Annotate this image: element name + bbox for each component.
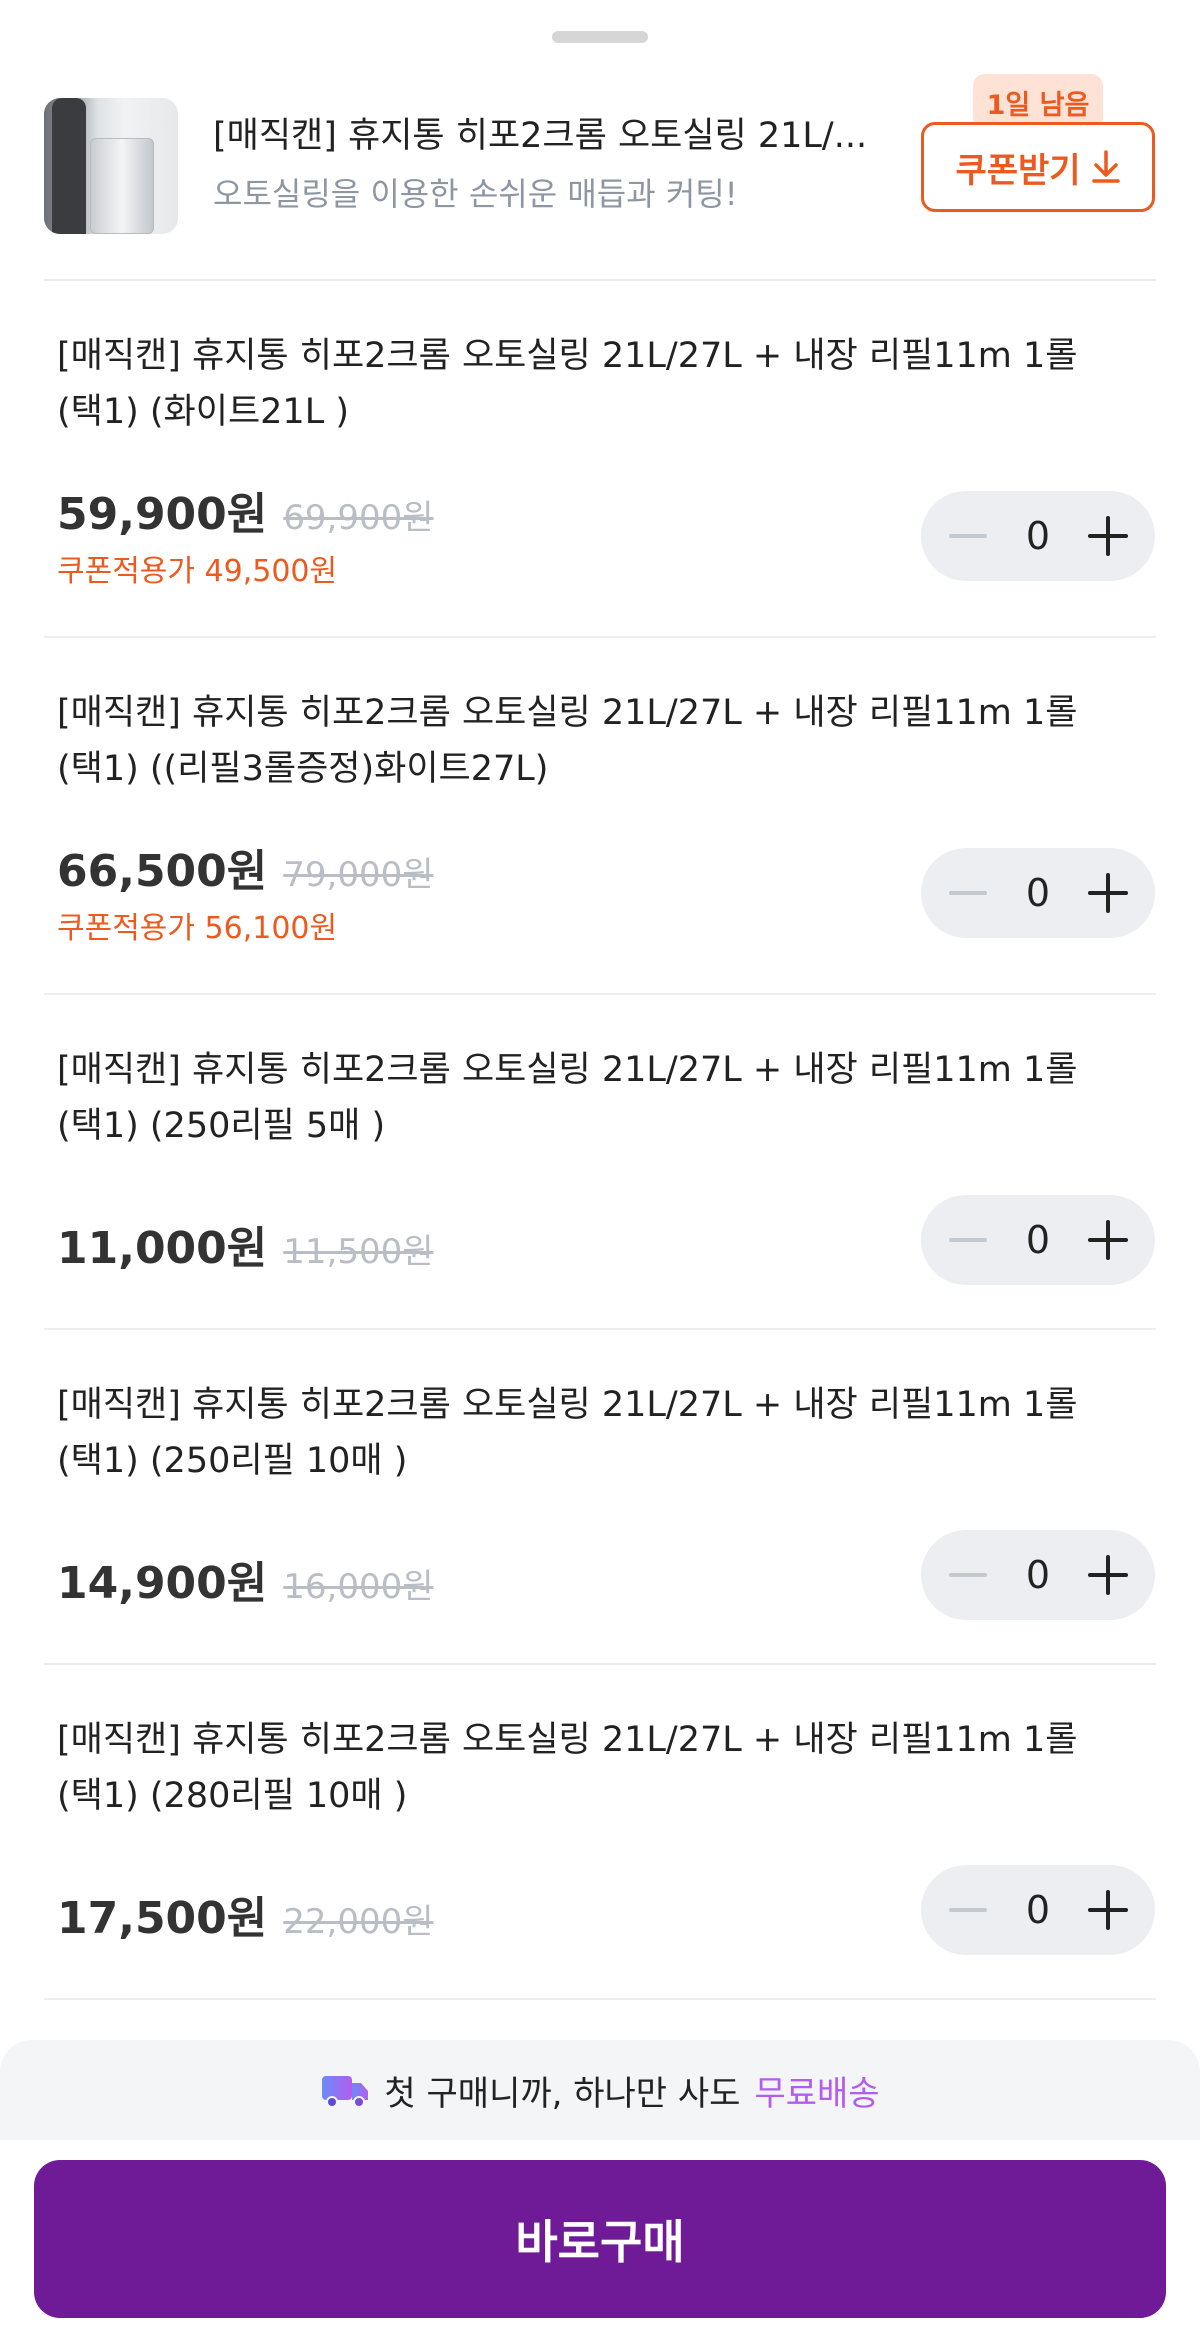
product-thumbnail [44, 98, 178, 234]
divider [44, 993, 1156, 995]
decrease-button[interactable] [943, 868, 993, 918]
increase-button[interactable] [1083, 1885, 1133, 1935]
product-header: [매직캔] 휴지통 히포2크롬 오토실링 21L/... 오토실링을 이용한 손… [0, 0, 1200, 280]
plus-icon [1088, 873, 1128, 913]
minus-icon [949, 1908, 987, 1912]
decrease-button[interactable] [943, 511, 993, 561]
option-name: [매직캔] 휴지통 히포2크롬 오토실링 21L/27L + 내장 리필11m … [57, 693, 1078, 789]
divider [44, 1663, 1156, 1665]
quantity-value: 0 [1025, 1553, 1051, 1597]
original-price: 22,000원 [283, 1902, 434, 1942]
coupon-download-label: 쿠폰받기 [955, 150, 1081, 191]
divider [44, 636, 1156, 638]
minus-icon [949, 891, 987, 895]
minus-icon [949, 1238, 987, 1242]
quantity-stepper: 0 [921, 1865, 1155, 1955]
quantity-stepper: 0 [921, 1530, 1155, 1620]
download-icon [1091, 150, 1120, 183]
quantity-value: 0 [1025, 1218, 1051, 1262]
option-name: [매직캔] 휴지통 히포2크롬 오토실링 21L/27L + 내장 리필11m … [57, 1385, 1078, 1481]
quantity-value: 0 [1025, 871, 1051, 915]
plus-icon [1088, 1220, 1128, 1260]
sale-price: 17,500원 [57, 1893, 268, 1944]
price-row: 59,900원 69,900원 [57, 478, 434, 542]
sale-price: 14,900원 [57, 1558, 268, 1609]
option-name: [매직캔] 휴지통 히포2크롬 오토실링 21L/27L + 내장 리필11m … [57, 336, 1078, 432]
sale-price: 59,900원 [57, 489, 268, 540]
coupon-applied-price: 쿠폰적용가 49,500원 [57, 554, 338, 589]
decrease-button[interactable] [943, 1215, 993, 1265]
plus-icon [1088, 1555, 1128, 1595]
free-shipping-banner: 첫 구매니까, 하나만 사도 무료배송 [0, 2040, 1200, 2140]
original-price: 16,000원 [283, 1567, 434, 1607]
buy-now-button[interactable]: 바로구매 [34, 2160, 1166, 2318]
sale-price: 66,500원 [57, 846, 268, 897]
divider [44, 1328, 1156, 1330]
original-price: 69,900원 [283, 498, 434, 538]
option-name: [매직캔] 휴지통 히포2크롬 오토실링 21L/27L + 내장 리필11m … [57, 1720, 1078, 1816]
quantity-stepper: 0 [921, 1195, 1155, 1285]
free-shipping-label: 무료배송 [754, 2073, 880, 2114]
quantity-value: 0 [1025, 514, 1051, 558]
coupon-download-button[interactable]: 쿠폰받기 [921, 122, 1155, 212]
truck-icon [322, 2076, 369, 2108]
decrease-button[interactable] [943, 1885, 993, 1935]
increase-button[interactable] [1083, 1215, 1133, 1265]
quantity-value: 0 [1025, 1888, 1051, 1932]
product-subtitle: 오토실링을 이용한 손쉬운 매듭과 커팅! [213, 175, 738, 213]
minus-icon [949, 1573, 987, 1577]
plus-icon [1088, 1890, 1128, 1930]
original-price: 79,000원 [283, 855, 434, 895]
coupon-applied-price: 쿠폰적용가 56,100원 [57, 911, 338, 946]
divider [44, 279, 1156, 281]
product-title: [매직캔] 휴지통 히포2크롬 오토실링 21L/... [213, 116, 868, 156]
minus-icon [949, 534, 987, 538]
decrease-button[interactable] [943, 1550, 993, 1600]
price-row: 11,000원 11,500원 [57, 1212, 434, 1276]
original-price: 11,500원 [283, 1232, 434, 1272]
plus-icon [1088, 516, 1128, 556]
sale-price: 11,000원 [57, 1223, 268, 1274]
promo-text: 첫 구매니까, 하나만 사도 [384, 2073, 741, 2114]
increase-button[interactable] [1083, 868, 1133, 918]
increase-button[interactable] [1083, 1550, 1133, 1600]
quantity-stepper: 0 [921, 848, 1155, 938]
price-row: 66,500원 79,000원 [57, 835, 434, 899]
increase-button[interactable] [1083, 511, 1133, 561]
price-row: 14,900원 16,000원 [57, 1547, 434, 1611]
divider [44, 1998, 1156, 2000]
option-name: [매직캔] 휴지통 히포2크롬 오토실링 21L/27L + 내장 리필11m … [57, 1050, 1078, 1146]
price-row: 17,500원 22,000원 [57, 1882, 434, 1946]
quantity-stepper: 0 [921, 491, 1155, 581]
